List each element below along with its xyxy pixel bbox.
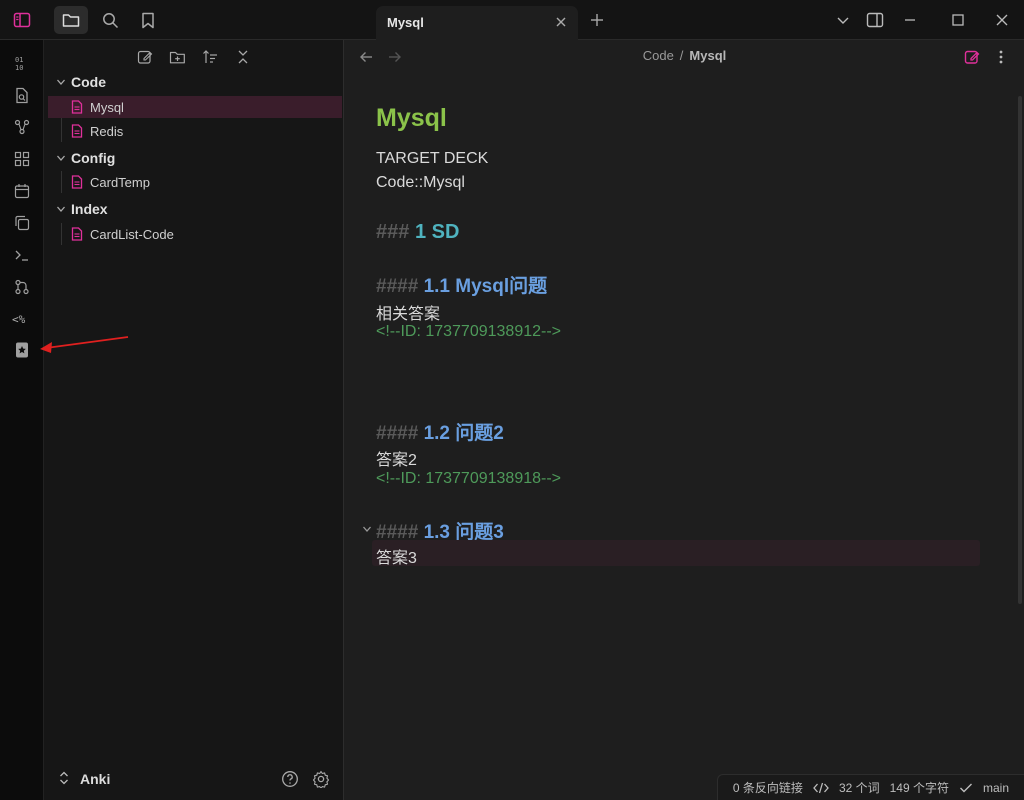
file-item-cardtemp[interactable]: CardTemp [48, 171, 342, 193]
answer-3: 答案3 [376, 550, 417, 567]
card-id-comment-2: <!--ID: 1737709138918--> [376, 470, 562, 487]
folder-label: Config [71, 150, 116, 166]
ribbon: 01 10 <% [0, 40, 44, 800]
heading-q2: #### 1.2 问题2 [376, 418, 504, 445]
answer-1: 相关答案 [376, 306, 441, 323]
vault-name: Anki [80, 771, 111, 787]
new-tab-icon[interactable] [586, 9, 608, 31]
git-branch[interactable]: main [983, 781, 1009, 795]
terminal-icon[interactable] [9, 242, 35, 268]
folder-icon[interactable] [54, 6, 88, 34]
editor-pane: Code / Mysql Mysql TARGET DECK Code::Mysql… [345, 40, 1024, 800]
file-icon [70, 175, 84, 189]
anki-icon[interactable] [9, 337, 35, 363]
template-icon[interactable]: <% [9, 306, 35, 332]
char-count: 149 个字符 [889, 781, 949, 795]
file-item-redis[interactable]: Redis [48, 120, 342, 142]
svg-text:<%: <% [12, 313, 26, 326]
tab-mysql[interactable]: Mysql [376, 6, 578, 40]
note-title: Mysql [376, 104, 447, 132]
window-close-icon[interactable] [990, 8, 1014, 32]
annotation-arrow [40, 336, 129, 353]
graph-icon[interactable] [9, 114, 35, 140]
check-icon[interactable] [959, 782, 973, 794]
scrollbar[interactable] [1018, 96, 1022, 604]
file-item-cardlist-code[interactable]: CardList-Code [48, 223, 342, 245]
folder-index[interactable]: Index [54, 198, 108, 220]
minimize-icon[interactable] [898, 8, 922, 32]
close-icon[interactable] [550, 11, 572, 33]
heading-1-sd: ### 1 SD [376, 221, 459, 244]
search-icon[interactable] [96, 6, 124, 34]
card-id-comment-1: <!--ID: 1737709138912--> [376, 323, 562, 340]
folder-config[interactable]: Config [54, 147, 115, 169]
svg-text:01: 01 [15, 56, 23, 64]
edit-mode-icon[interactable] [960, 45, 984, 69]
heading-hashes: #### [376, 423, 419, 444]
new-folder-icon[interactable] [166, 46, 188, 68]
chevron-down-icon [54, 75, 68, 89]
word-count: 32 个词 [838, 781, 880, 795]
settings-gear-icon[interactable] [310, 768, 332, 790]
title-bar: Mysql [0, 0, 1024, 40]
calendar-icon[interactable] [9, 178, 35, 204]
binary-icon[interactable]: 01 10 [9, 50, 35, 76]
heading-text: 1.1 Mysql问题 [423, 276, 548, 297]
chevron-down-icon[interactable] [831, 8, 855, 32]
breadcrumb: Code / Mysql [345, 48, 1024, 63]
vault-switcher[interactable]: Anki [58, 768, 110, 790]
folder-label: Code [71, 74, 106, 90]
file-label: CardTemp [90, 174, 150, 190]
code-icon[interactable] [813, 782, 829, 794]
file-label: Redis [90, 123, 124, 139]
copy-icon[interactable] [9, 210, 35, 236]
folder-code[interactable]: Code [54, 71, 106, 93]
breadcrumb-separator: / [679, 48, 684, 63]
file-item-mysql[interactable]: Mysql [48, 96, 342, 118]
active-line-highlight [372, 540, 980, 566]
grid-icon[interactable] [9, 146, 35, 172]
maximize-icon[interactable] [946, 8, 970, 32]
more-options-icon[interactable] [989, 45, 1013, 69]
sidebar-toggle-icon[interactable] [8, 6, 36, 34]
status-bar: 0 条反向链接 32 个词 149 个字符 main [716, 774, 1024, 800]
sort-icon[interactable] [199, 46, 221, 68]
help-icon[interactable] [279, 768, 301, 790]
file-icon [70, 100, 84, 114]
file-label: CardList-Code [90, 226, 174, 242]
backlinks-count[interactable]: 0 条反向链接 [733, 779, 803, 796]
deck-label: TARGET DECK [376, 150, 489, 167]
git-icon[interactable] [9, 274, 35, 300]
file-icon [70, 227, 84, 241]
chevrons-up-down-icon [58, 771, 70, 788]
file-label: Mysql [90, 99, 124, 115]
breadcrumb-parent[interactable]: Code [643, 48, 674, 63]
bookmark-icon[interactable] [134, 6, 162, 34]
tab-title: Mysql [387, 15, 424, 30]
right-sidebar-toggle-icon[interactable] [863, 8, 887, 32]
deck-value: Code::Mysql [376, 174, 465, 191]
new-note-icon[interactable] [134, 46, 156, 68]
heading-hashes: #### [376, 276, 419, 297]
file-explorer: Code Mysql Redis Config CardTemp Index C… [44, 40, 344, 800]
file-icon [70, 124, 84, 138]
breadcrumb-current[interactable]: Mysql [689, 48, 726, 63]
heading-text: 1 SD [414, 221, 460, 243]
answer-2: 答案2 [376, 452, 417, 469]
heading-hashes: ### [376, 221, 410, 243]
heading-text: 1.2 问题2 [423, 423, 504, 444]
fold-chevron-icon[interactable] [361, 522, 373, 536]
chevron-down-icon [54, 202, 68, 216]
folder-label: Index [71, 201, 108, 217]
collapse-all-icon[interactable] [232, 46, 254, 68]
svg-text:10: 10 [15, 64, 23, 71]
file-search-icon[interactable] [9, 82, 35, 108]
chevron-down-icon [54, 151, 68, 165]
heading-q1: #### 1.1 Mysql问题 [376, 271, 547, 298]
